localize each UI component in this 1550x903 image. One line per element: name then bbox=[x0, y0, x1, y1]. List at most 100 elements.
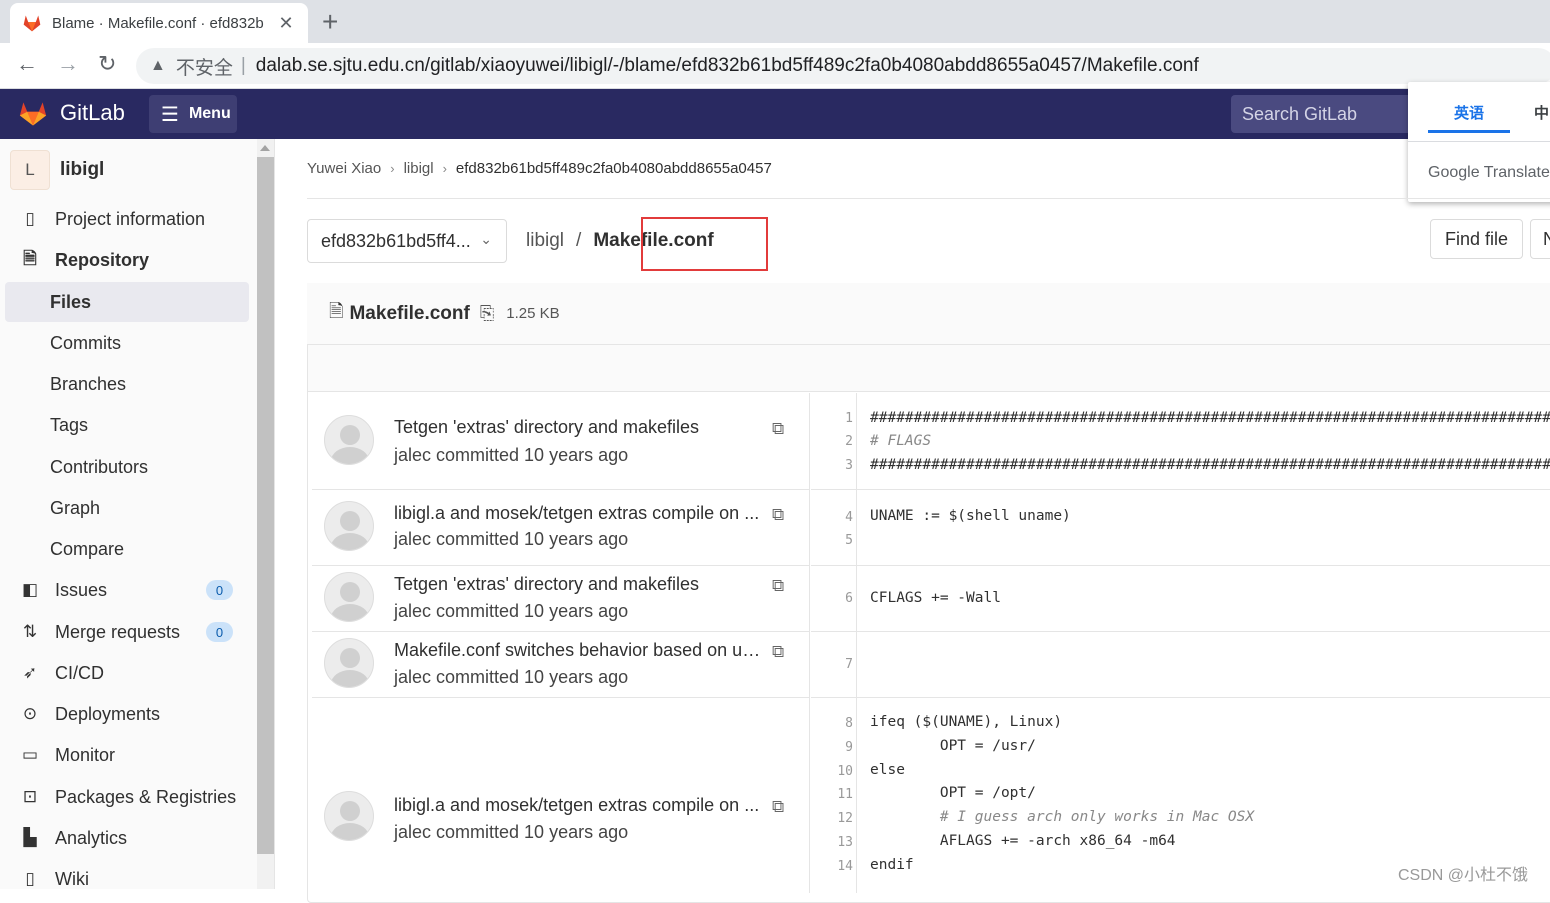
line-number[interactable]: 7 bbox=[811, 657, 853, 672]
sidebar-item-cicd[interactable]: ➶ CI/CD bbox=[5, 653, 249, 693]
sidebar-item-packages[interactable]: ⊡ Packages & Registries bbox=[5, 777, 249, 817]
sidebar-item-analytics[interactable]: ▙ Analytics bbox=[5, 818, 249, 858]
code-line: UNAME := $(shell uname) bbox=[870, 508, 1071, 524]
line-number[interactable]: 14 bbox=[811, 859, 853, 874]
sidebar-item-repository[interactable]: 🗎 Repository bbox=[5, 240, 249, 280]
sidebar-scroll-thumb[interactable] bbox=[257, 157, 274, 854]
blame-commit-row: Makefile.conf switches behavior based on… bbox=[312, 632, 810, 698]
sidebar-item-label: Packages & Registries bbox=[55, 786, 237, 807]
path-repo-link[interactable]: libigl bbox=[526, 230, 564, 252]
find-file-button[interactable]: Find file bbox=[1430, 219, 1524, 259]
translate-tab-chinese[interactable]: 中 bbox=[1534, 102, 1549, 123]
view-history-icon[interactable]: ⧉ bbox=[772, 797, 784, 817]
sidebar-item-project-information[interactable]: ▯ Project information bbox=[5, 199, 249, 239]
sidebar-item-issues[interactable]: ◧ Issues 0 bbox=[5, 570, 249, 610]
translate-tab-english[interactable]: 英语 bbox=[1427, 102, 1511, 133]
view-history-icon[interactable]: ⧉ bbox=[772, 576, 784, 596]
sidebar-item-merge-requests[interactable]: ⇅ Merge requests 0 bbox=[5, 612, 249, 652]
project-header[interactable]: L libigl bbox=[10, 150, 104, 190]
sidebar-item-branches[interactable]: Branches bbox=[5, 364, 249, 404]
path-separator: / bbox=[576, 230, 582, 251]
commit-meta: jalec committed 10 years ago bbox=[394, 445, 629, 465]
avatar[interactable] bbox=[324, 791, 374, 841]
view-history-icon[interactable]: ⧉ bbox=[772, 642, 784, 662]
breadcrumb-divider bbox=[307, 198, 1550, 199]
commit-message[interactable]: Makefile.conf switches behavior based on… bbox=[394, 640, 766, 661]
chevron-right-icon: › bbox=[442, 161, 447, 176]
line-number[interactable]: 3 bbox=[811, 458, 853, 473]
blame-header-spacer bbox=[308, 345, 1550, 392]
code-block: 7 bbox=[811, 632, 1550, 698]
commit-message[interactable]: Tetgen 'extras' directory and makefiles bbox=[394, 417, 766, 438]
sidebar-item-label: CI/CD bbox=[55, 662, 104, 683]
code-block: 6 CFLAGS += -Wall bbox=[811, 566, 1550, 632]
sidebar-item-commits[interactable]: Commits bbox=[5, 323, 249, 363]
browser-tab[interactable]: Blame · Makefile.conf · efd832b ✕ bbox=[10, 3, 308, 43]
sidebar-item-files[interactable]: Files bbox=[5, 282, 249, 322]
line-number[interactable]: 5 bbox=[811, 533, 853, 548]
line-number[interactable]: 9 bbox=[811, 740, 853, 755]
tab-close-icon[interactable]: ✕ bbox=[276, 13, 296, 34]
blame-commit-row: Tetgen 'extras' directory and makefiles … bbox=[312, 566, 810, 632]
ref-selector-value: efd832b61bd5ff4... bbox=[321, 230, 471, 251]
avatar[interactable] bbox=[324, 572, 374, 622]
code-line: # FLAGS bbox=[870, 433, 932, 449]
menu-button[interactable]: ☰ Menu bbox=[149, 95, 237, 133]
line-number[interactable]: 4 bbox=[811, 510, 853, 525]
rocket-icon: ➶ bbox=[22, 663, 38, 682]
view-history-icon[interactable]: ⧉ bbox=[772, 419, 784, 439]
gitlab-home-link[interactable]: GitLab bbox=[18, 98, 125, 128]
line-number[interactable]: 12 bbox=[811, 811, 853, 826]
url-input[interactable]: ▲ 不安全 | dalab.se.sjtu.edu.cn/gitlab/xiao… bbox=[136, 48, 1550, 84]
csdn-watermark: CSDN @小杜不饿 bbox=[1398, 867, 1529, 884]
sidebar-item-contributors[interactable]: Contributors bbox=[5, 447, 249, 487]
back-icon[interactable]: ← bbox=[16, 51, 38, 77]
line-number[interactable]: 1 bbox=[811, 411, 853, 426]
line-number[interactable]: 2 bbox=[811, 434, 853, 449]
ref-selector-dropdown[interactable]: efd832b61bd5ff4... ⌄ bbox=[307, 219, 507, 263]
sidebar-item-wiki[interactable]: ▯ Wiki bbox=[5, 859, 249, 889]
sidebar-item-compare[interactable]: Compare bbox=[5, 529, 249, 569]
line-number[interactable]: 8 bbox=[811, 716, 853, 731]
sidebar-item-graph[interactable]: Graph bbox=[5, 488, 249, 528]
line-number[interactable]: 11 bbox=[811, 787, 853, 802]
package-icon: ⊡ bbox=[22, 787, 38, 806]
code-line: AFLAGS += -arch x86_64 -m64 bbox=[870, 833, 1176, 849]
project-avatar: L bbox=[10, 150, 50, 190]
avatar[interactable] bbox=[324, 501, 374, 551]
line-number[interactable]: 10 bbox=[811, 764, 853, 779]
sidebar-item-deployments[interactable]: ⊙ Deployments bbox=[5, 694, 249, 734]
forward-icon[interactable]: → bbox=[57, 51, 79, 77]
sidebar-item-label: Analytics bbox=[55, 827, 128, 848]
avatar[interactable] bbox=[324, 415, 374, 465]
commit-meta: jalec committed 10 years ago bbox=[394, 667, 629, 687]
tab-title: Blame · Makefile.conf · efd832b bbox=[52, 14, 264, 32]
line-number[interactable]: 6 bbox=[811, 591, 853, 606]
sidebar-item-label: Branches bbox=[50, 373, 127, 394]
avatar[interactable] bbox=[324, 638, 374, 688]
copy-path-icon[interactable]: ⎘ bbox=[480, 303, 494, 324]
view-history-icon[interactable]: ⧉ bbox=[772, 505, 784, 525]
google-translate-brand: Google Translate bbox=[1428, 164, 1550, 181]
sidebar-item-monitor[interactable]: ▭ Monitor bbox=[5, 735, 249, 775]
next-action-button[interactable]: N bbox=[1530, 219, 1550, 259]
line-number[interactable]: 13 bbox=[811, 835, 853, 850]
scroll-up-arrow-icon[interactable] bbox=[260, 145, 270, 151]
commit-message[interactable]: Tetgen 'extras' directory and makefiles bbox=[394, 574, 766, 595]
breadcrumb-user[interactable]: Yuwei Xiao bbox=[307, 160, 381, 177]
breadcrumb-commit[interactable]: efd832b61bd5ff489c2fa0b4080abdd8655a0457 bbox=[456, 160, 772, 177]
url-separator: | bbox=[240, 55, 246, 76]
blame-commit-row: libigl.a and mosek/tetgen extras compile… bbox=[312, 698, 810, 898]
sidebar-item-tags[interactable]: Tags bbox=[5, 405, 249, 445]
blame-commits-column: Tetgen 'extras' directory and makefiles … bbox=[312, 393, 810, 893]
new-tab-icon[interactable]: + bbox=[322, 6, 338, 38]
address-bar: ← → ↻ ▲ 不安全 | dalab.se.sjtu.edu.cn/gitla… bbox=[0, 43, 1550, 89]
commit-message[interactable]: libigl.a and mosek/tetgen extras compile… bbox=[394, 795, 766, 816]
blame-commit-row: libigl.a and mosek/tetgen extras compile… bbox=[312, 490, 810, 566]
sidebar: L libigl ▯ Project information 🗎 Reposit… bbox=[0, 139, 275, 889]
commit-message[interactable]: libigl.a and mosek/tetgen extras compile… bbox=[394, 503, 766, 524]
reload-icon[interactable]: ↻ bbox=[98, 51, 116, 77]
search-input[interactable]: Search GitLab bbox=[1231, 95, 1431, 133]
breadcrumb-project[interactable]: libigl bbox=[404, 160, 434, 177]
highlight-annotation-box bbox=[641, 217, 768, 271]
